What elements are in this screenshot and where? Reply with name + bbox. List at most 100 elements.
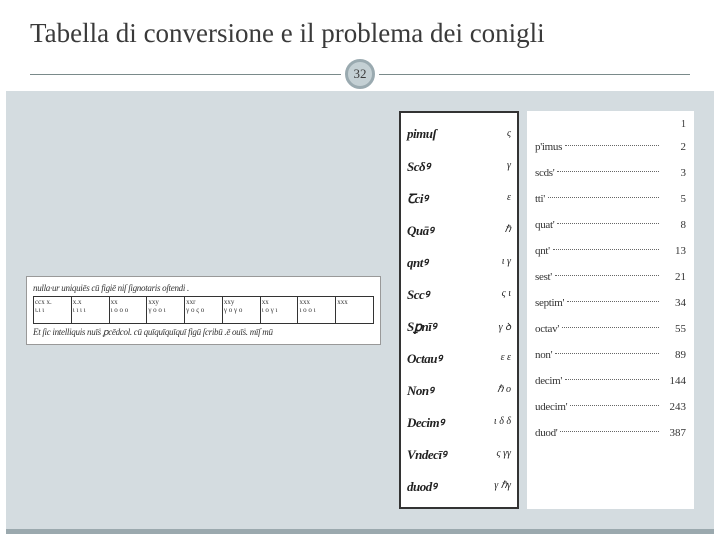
value-printed: 21	[662, 271, 686, 283]
manuscript-cell: xxι ο γ ι	[261, 297, 299, 323]
manuscript-cell: ccx x.ι.ι ι	[34, 297, 72, 323]
slide-container: Tabella di conversione e il problema dei…	[0, 0, 720, 540]
printed-row: decim' 144	[535, 368, 686, 394]
printed-row: udecim' 243	[535, 394, 686, 420]
manuscript-cell: xxyγ ο ο ι	[147, 297, 185, 323]
value-manuscript: ε ε	[501, 352, 511, 363]
value-printed: 13	[662, 245, 686, 257]
printed-row: scds'3	[535, 160, 686, 186]
leader-dots	[555, 275, 659, 276]
rabbit-manuscript-column: pimuſ ς Scδꝰγ Ꞇciꝰ ε Quāꝰ ℏ qntꝰ ι γ Sccꝰ ς ι Sꝑnīꝰ…	[399, 111, 519, 509]
printed-row: duod' 387	[535, 420, 686, 446]
manuscript-bottom-caption: Et ſic intelliquis nuīṡ ꝑcēdcol. cū quīq…	[33, 327, 374, 338]
conversion-table-manuscript: nulla·ur uniquiēs cū figiē niſ ſignotari…	[26, 276, 381, 345]
ordinal-printed: scds'	[535, 167, 554, 179]
printed-row: qnt' 13	[535, 238, 686, 264]
manuscript-grid: ccx x.ι.ι ιx.xι ι ι ιxxι o o oxxyγ ο ο ι…	[33, 296, 374, 324]
value-printed: 243	[662, 401, 686, 413]
divider-right	[379, 74, 690, 75]
value-printed: 34	[662, 297, 686, 309]
right-panel: pimuſ ς Scδꝰγ Ꞇciꝰ ε Quāꝰ ℏ qntꝰ ι γ Sccꝰ ς ι Sꝑnīꝰ…	[399, 111, 694, 509]
printed-row: septim' 34	[535, 290, 686, 316]
manuscript-row: Ꞇciꝰ ε	[407, 185, 511, 211]
manuscript-row: qntꝰ ι γ	[407, 249, 511, 275]
manuscript-cell: xxι o o o	[110, 297, 148, 323]
manuscript-row: Octauꝰε ε	[407, 345, 511, 371]
leader-dots	[567, 301, 659, 302]
ordinal-printed: quat'	[535, 219, 554, 231]
manuscript-row: Decimꝰ ι δ δ	[407, 409, 511, 435]
value-printed: 144	[662, 375, 686, 387]
printed-header-value: 1	[535, 119, 686, 130]
printed-row: octav' 55	[535, 316, 686, 342]
value-printed: 387	[662, 427, 686, 439]
manuscript-row: Quāꝰ ℏ	[407, 217, 511, 243]
divider-left	[30, 74, 341, 75]
leader-dots	[553, 249, 659, 250]
ordinal-manuscript: Ꞇciꝰ	[407, 189, 427, 207]
ordinal-printed: udecim'	[535, 401, 567, 413]
manuscript-row: Sꝑnīꝰγ ꝺ	[407, 313, 511, 339]
value-manuscript: ς	[507, 128, 511, 139]
value-manuscript: ε	[507, 192, 511, 203]
ordinal-manuscript: Vndecīꝰ	[407, 445, 446, 463]
ordinal-manuscript: Decimꝰ	[407, 413, 444, 431]
manuscript-cell: xxx	[336, 297, 373, 323]
ordinal-printed: septim'	[535, 297, 564, 309]
ordinal-manuscript: qntꝰ	[407, 253, 427, 271]
manuscript-row: Sccꝰ ς ι	[407, 281, 511, 307]
left-panel: nulla·ur uniquiēs cū figiē niſ ſignotari…	[26, 111, 381, 509]
manuscript-top-caption: nulla·ur uniquiēs cū figiē niſ ſignotari…	[33, 283, 374, 293]
ordinal-printed: non'	[535, 349, 552, 361]
printed-row: p'imus2	[535, 134, 686, 160]
ordinal-printed: p'imus	[535, 141, 562, 153]
header-area: Tabella di conversione e il problema dei…	[0, 0, 720, 85]
ordinal-manuscript: Sccꝰ	[407, 285, 429, 303]
ordinal-printed: tti'	[535, 193, 545, 205]
manuscript-row: duodꝰ γ ℏγ	[407, 473, 511, 499]
value-printed: 5	[662, 193, 686, 205]
ordinal-printed: qnt'	[535, 245, 550, 257]
value-manuscript: γ ꝺ	[499, 319, 511, 333]
manuscript-row: Vndecīꝰ ς γγ	[407, 441, 511, 467]
value-manuscript: ℏ	[505, 224, 511, 235]
manuscript-cell: xxrγ ο ς ο	[185, 297, 223, 323]
leader-dots	[565, 379, 659, 380]
value-printed: 55	[662, 323, 686, 335]
value-manuscript: ς γγ	[497, 448, 511, 459]
value-manuscript: ι γ	[502, 256, 511, 267]
manuscript-row: Nonꝰℏ ο	[407, 377, 511, 403]
ordinal-printed: duod'	[535, 427, 557, 439]
value-printed: 8	[662, 219, 686, 231]
leader-dots	[570, 405, 659, 406]
leader-dots	[560, 431, 659, 432]
leader-dots	[557, 171, 659, 172]
divider-row: 32	[30, 63, 690, 85]
leader-dots	[562, 327, 659, 328]
leader-dots	[548, 197, 659, 198]
ordinal-manuscript: pimuſ	[407, 126, 436, 142]
manuscript-cell: xxxι ο ο ι	[298, 297, 336, 323]
manuscript-cell: x.xι ι ι ι	[72, 297, 110, 323]
value-manuscript: γ	[507, 160, 511, 171]
ordinal-manuscript: Quāꝰ	[407, 221, 433, 239]
manuscript-row: pimuſ ς	[407, 121, 511, 147]
ordinal-printed: octav'	[535, 323, 559, 335]
value-manuscript: ς ι	[502, 288, 511, 299]
printed-row: quat' 8	[535, 212, 686, 238]
value-manuscript: γ ℏγ	[494, 480, 511, 491]
value-printed: 89	[662, 349, 686, 361]
ordinal-manuscript: duodꝰ	[407, 477, 436, 495]
printed-row: sest' 21	[535, 264, 686, 290]
bottom-accent-bar	[6, 529, 714, 534]
page-number-badge: 32	[345, 59, 375, 89]
content-area: nulla·ur uniquiēs cū figiē niſ ſignotari…	[6, 91, 714, 529]
manuscript-row: Scδꝰγ	[407, 153, 511, 179]
manuscript-cell: xxyγ ο γ ο	[223, 297, 261, 323]
leader-dots	[555, 353, 659, 354]
rabbit-printed-column: 1 p'imus2scds'3tti'5quat'8qnt'13sest'21s…	[527, 111, 694, 509]
ordinal-printed: decim'	[535, 375, 562, 387]
page-title: Tabella di conversione e il problema dei…	[30, 18, 690, 49]
ordinal-printed: sest'	[535, 271, 552, 283]
value-manuscript: ι δ δ	[494, 416, 511, 427]
